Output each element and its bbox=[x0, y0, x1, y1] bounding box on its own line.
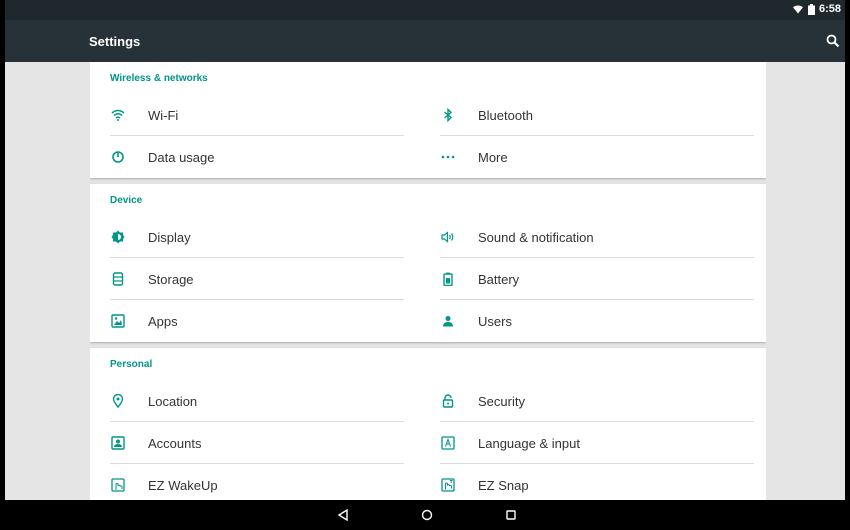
tile-label: More bbox=[478, 149, 508, 165]
search-icon bbox=[826, 34, 840, 48]
tile-label: Location bbox=[148, 393, 198, 409]
home-button[interactable] bbox=[419, 507, 435, 523]
app-bar: Settings bbox=[5, 20, 845, 62]
tile-label: EZ Snap bbox=[478, 477, 529, 493]
tile-label: Storage bbox=[148, 271, 194, 287]
data-usage-icon bbox=[112, 151, 124, 163]
tile-label: Display bbox=[148, 229, 191, 245]
tile-more[interactable]: More bbox=[420, 136, 734, 178]
tile-label: Accounts bbox=[148, 435, 202, 451]
tile-label: Wi-Fi bbox=[148, 107, 179, 123]
tile-label: Security bbox=[478, 393, 525, 409]
tile-display[interactable]: Display bbox=[90, 216, 404, 258]
storage-icon bbox=[112, 272, 124, 286]
battery-icon bbox=[807, 3, 815, 15]
sound-icon bbox=[441, 231, 454, 243]
apps-icon bbox=[111, 314, 125, 328]
tile-bluetooth[interactable]: Bluetooth bbox=[420, 94, 734, 136]
section-title: Wireless & networks bbox=[110, 73, 208, 84]
tile-users[interactable]: Users bbox=[420, 300, 734, 342]
tile-sound-notification[interactable]: Sound & notification bbox=[420, 216, 734, 258]
tile-apps[interactable]: Apps bbox=[90, 300, 404, 342]
section-device: Device Display Sound & notification Stor… bbox=[90, 184, 766, 342]
back-icon bbox=[337, 509, 348, 521]
tile-security[interactable]: Security bbox=[420, 380, 734, 422]
location-icon bbox=[112, 394, 124, 408]
recents-icon bbox=[506, 510, 516, 520]
android-settings-screen: 6:58 Settings Wireless & networks Wi-Fi … bbox=[5, 0, 845, 530]
tile-location[interactable]: Location bbox=[90, 380, 404, 422]
battery-icon bbox=[443, 272, 453, 286]
users-icon bbox=[443, 316, 453, 327]
ez-snap-icon bbox=[441, 478, 455, 492]
ez-wakeup-icon bbox=[111, 478, 125, 492]
tile-label: EZ WakeUp bbox=[148, 477, 218, 493]
status-time: 6:58 bbox=[818, 3, 841, 15]
tile-data-usage[interactable]: Data usage bbox=[90, 136, 404, 178]
section-title: Personal bbox=[110, 359, 153, 370]
tile-ez-snap[interactable]: EZ Snap bbox=[420, 464, 734, 500]
display-icon bbox=[111, 230, 125, 244]
tile-label: Data usage bbox=[148, 149, 215, 165]
tile-label: Apps bbox=[148, 313, 178, 329]
language-icon bbox=[441, 436, 455, 450]
section-wireless-networks: Wireless & networks Wi-Fi Bluetooth Data… bbox=[90, 62, 766, 178]
tile-storage[interactable]: Storage bbox=[90, 258, 404, 300]
settings-list: Wireless & networks Wi-Fi Bluetooth Data… bbox=[90, 62, 766, 500]
recents-button[interactable] bbox=[503, 507, 519, 523]
tile-ez-wakeup[interactable]: EZ WakeUp bbox=[90, 464, 404, 500]
more-icon bbox=[441, 155, 455, 159]
tile-label: Users bbox=[478, 313, 512, 329]
tile-label: Language & input bbox=[478, 435, 580, 451]
navigation-bar bbox=[5, 500, 845, 530]
back-button[interactable] bbox=[335, 507, 351, 523]
status-bar: 6:58 bbox=[5, 0, 845, 20]
tile-label: Bluetooth bbox=[478, 107, 533, 123]
tile-label: Sound & notification bbox=[478, 229, 594, 245]
security-icon bbox=[442, 394, 454, 408]
tile-language-input[interactable]: Language & input bbox=[420, 422, 734, 464]
status-icons: 6:58 bbox=[792, 3, 841, 15]
section-title: Device bbox=[110, 195, 143, 206]
accounts-icon bbox=[111, 436, 125, 450]
section-personal: Personal Location Security Accounts Lang… bbox=[90, 348, 766, 500]
tile-battery[interactable]: Battery bbox=[420, 258, 734, 300]
wifi-icon bbox=[792, 5, 803, 14]
tile-wifi[interactable]: Wi-Fi bbox=[90, 94, 404, 136]
tile-label: Battery bbox=[478, 271, 520, 287]
bluetooth-icon bbox=[444, 108, 453, 122]
home-icon bbox=[421, 509, 433, 521]
search-button[interactable] bbox=[825, 33, 841, 49]
tile-accounts[interactable]: Accounts bbox=[90, 422, 404, 464]
page-title: Settings bbox=[89, 34, 141, 49]
wifi-icon bbox=[111, 109, 125, 121]
